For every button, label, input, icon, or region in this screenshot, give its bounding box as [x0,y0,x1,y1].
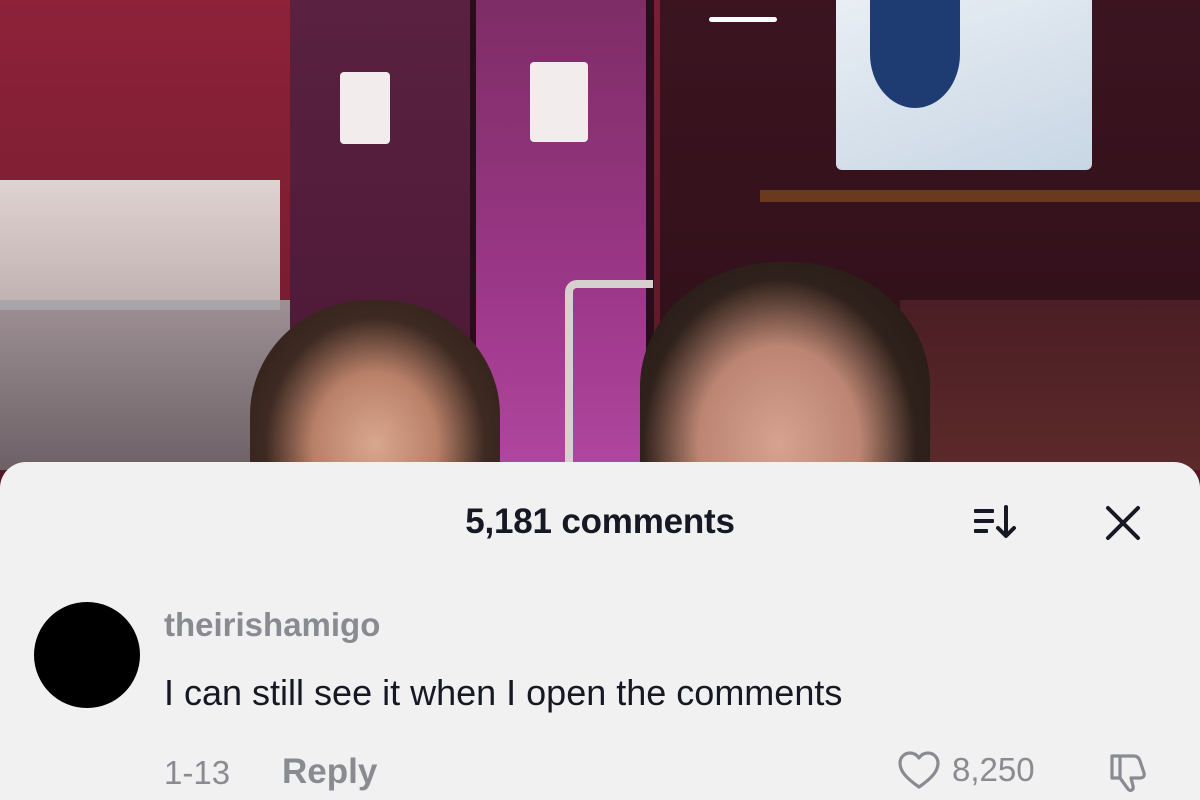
like-button[interactable]: 8,250 [896,748,1035,792]
sort-icon [974,505,1016,538]
comment-item: theirishamigo I can still see it when I … [0,580,1200,800]
comment-date: 1-13 [164,754,231,791]
scene-shelf [760,190,1200,202]
heart-icon [898,751,940,789]
thumbs-down-icon [1110,754,1146,793]
scene-door-window [530,62,588,142]
app-frame: 5,181 comments theirishamigo I can still… [0,0,1200,800]
top-grab-handle[interactable] [709,17,777,22]
scene-carpet [900,300,1200,470]
comment-text: I can still see it when I open the comme… [164,672,843,713]
sort-comments-button[interactable] [968,502,1024,542]
scene-door-window [340,72,390,144]
like-count: 8,250 [952,751,1035,788]
scene-poster-graphic [870,0,960,108]
dislike-button[interactable] [1104,750,1152,794]
close-icon [1106,506,1140,540]
reply-button[interactable]: Reply [282,752,377,792]
comments-header: 5,181 comments [0,462,1200,580]
avatar[interactable] [34,602,140,708]
comment-username[interactable]: theirishamigo [164,606,380,644]
comments-sheet: 5,181 comments theirishamigo I can still… [0,462,1200,800]
close-comments-button[interactable] [1100,500,1146,546]
scene-counter-top [0,180,280,310]
